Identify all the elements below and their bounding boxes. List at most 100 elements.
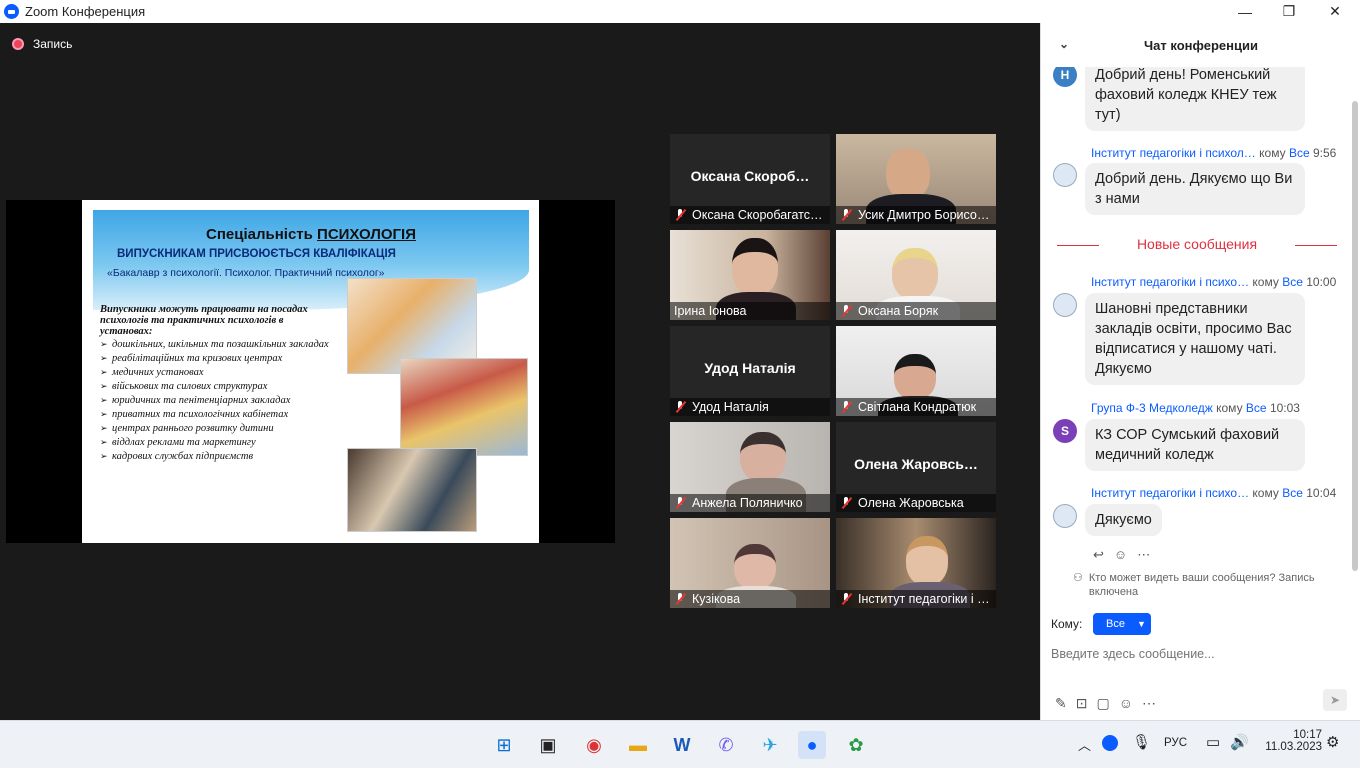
format-icon[interactable]: ✎: [1055, 695, 1076, 711]
visibility-notice[interactable]: ⚇ Кто может видеть ваши сообщения? Запис…: [1073, 571, 1343, 599]
close-button[interactable]: ✕: [1312, 0, 1358, 23]
muted-mic-icon: [674, 209, 686, 221]
task-view-icon[interactable]: ▣: [534, 731, 562, 759]
file-icon[interactable]: ▢: [1096, 695, 1118, 711]
meeting-stage: Запись Спеціальність ПСИХОЛОГІЯ ВИПУСКНИ…: [0, 23, 1040, 720]
participant-tile[interactable]: Анжела Поляничко: [670, 422, 830, 512]
composer-toolbar: ✎⊡▢☺⋯: [1055, 695, 1165, 712]
send-button[interactable]: ➤: [1323, 689, 1347, 711]
participant-tile[interactable]: Олена Жаровсь… Олена Жаровська: [836, 422, 996, 512]
sender-name[interactable]: Інститут педагогіки і психо…: [1091, 486, 1249, 500]
avatar-logo: [1053, 293, 1077, 317]
participant-name: Анжела Поляничко: [692, 496, 803, 510]
participant-tile[interactable]: Інститут педагогіки і …: [836, 518, 996, 608]
minimize-button[interactable]: —: [1222, 0, 1268, 23]
reply-icon[interactable]: ↩: [1093, 547, 1114, 562]
more-icon[interactable]: ⋯: [1142, 695, 1165, 711]
slide-degree: «Бакалавр з психології. Психолог. Практи…: [107, 267, 385, 279]
chrome-icon[interactable]: ◉: [580, 731, 608, 759]
file-explorer-icon[interactable]: ▬: [624, 731, 652, 759]
avatar-logo: [1053, 504, 1077, 528]
sender-name[interactable]: Інститут педагогіки і психол…: [1091, 146, 1256, 160]
recipient-dropdown[interactable]: Все ▼: [1093, 613, 1151, 635]
paint-icon[interactable]: ✿: [842, 731, 870, 759]
language-indicator[interactable]: РУС: [1164, 737, 1187, 749]
window-title: Zoom Конференция: [25, 4, 146, 19]
network-icon[interactable]: ▭: [1206, 733, 1220, 751]
participant-tile-active-speaker[interactable]: Ірина Іонова: [670, 230, 830, 320]
avatar-logo: [1053, 163, 1077, 187]
screenshot-icon[interactable]: ⊡: [1076, 695, 1097, 711]
chat-composer: Кому: Все▼ ✎⊡▢☺⋯ ➤: [1041, 603, 1360, 720]
slide-photo-workshop: [347, 448, 477, 532]
chat-scrollbar[interactable]: [1352, 101, 1358, 571]
telegram-icon[interactable]: ✈: [756, 731, 784, 759]
chat-panel: ⌄ Чат конференции Н Добрий день! Роменсь…: [1040, 23, 1360, 720]
muted-mic-icon: [674, 497, 686, 509]
participant-name-large: Удод Наталія: [704, 360, 796, 376]
message-time: 10:03: [1269, 401, 1300, 415]
slide-intro: Випускники можуть працювати на посадах п…: [100, 304, 308, 337]
microphone-icon[interactable]: 🎙: [1132, 733, 1151, 751]
sender-name[interactable]: Група Ф-3 Медколедж: [1091, 401, 1213, 415]
message-input[interactable]: [1051, 643, 1351, 665]
clock-date: 11.03.2023: [1265, 741, 1322, 753]
message-time: 10:00: [1306, 275, 1337, 289]
participant-tile[interactable]: Усик Дмитро Борисо…: [836, 134, 996, 224]
viber-icon[interactable]: ✆: [712, 731, 740, 759]
slide-item: дошкільних, шкільних та позашкільних зак…: [100, 339, 336, 350]
participant-tile[interactable]: Оксана Боряк: [836, 230, 996, 320]
participant-name: Кузікова: [692, 592, 741, 606]
participant-name: Олена Жаровська: [858, 496, 964, 510]
screen-share: Спеціальність ПСИХОЛОГІЯ ВИПУСКНИКАМ ПРИ…: [6, 200, 615, 543]
zoom-tray-icon[interactable]: [1102, 735, 1118, 751]
muted-mic-icon: [840, 209, 852, 221]
notification-icon[interactable]: ⚙: [1326, 733, 1339, 751]
slide-item: приватних та психологічних кабінетах: [100, 409, 336, 420]
slide-item: військових та силових структурах: [100, 381, 336, 392]
clock[interactable]: 10:17 11.03.2023: [1262, 729, 1322, 753]
slide-body: Випускники можуть працювати на посадах п…: [100, 304, 336, 465]
chevron-down-icon: ▼: [1136, 619, 1146, 629]
person-icon: ⚇: [1073, 572, 1083, 584]
participant-tile[interactable]: Удод Наталія Удод Наталія: [670, 326, 830, 416]
slide-item: юридичних та пенітенціарних закладах: [100, 395, 336, 406]
recipient: Все: [1282, 486, 1303, 500]
avatar: S: [1053, 419, 1077, 443]
message-meta: Інститут педагогіки і психол… кому Все 9…: [1091, 146, 1337, 160]
message-meta: Інститут педагогіки і психо… кому Все 10…: [1091, 486, 1337, 500]
muted-mic-icon: [674, 401, 686, 413]
record-icon: [12, 38, 24, 50]
taskbar: ⊞ ▣ ◉ ▬ W ✆ ✈ ● ✿ ︿ 🎙 РУС ▭ 🔊 10:17 11.03…: [0, 720, 1360, 768]
participant-tile[interactable]: Кузікова: [670, 518, 830, 608]
volume-icon[interactable]: 🔊: [1230, 733, 1249, 751]
slide-item: кадрових службах підприємств: [100, 451, 336, 462]
chevron-down-icon[interactable]: ⌄: [1059, 37, 1069, 51]
avatar: Н: [1053, 67, 1077, 87]
message-meta: Група Ф-3 Медколедж кому Все 10:03: [1091, 401, 1300, 415]
recording-indicator[interactable]: Запись: [12, 37, 72, 51]
sender-name[interactable]: Інститут педагогіки і психо…: [1091, 275, 1249, 289]
participant-tile[interactable]: Оксана Скороб… Оксана Скоробагатс…: [670, 134, 830, 224]
title-bar: Zoom Конференция — ❐ ✕: [0, 0, 1360, 23]
word-icon[interactable]: W: [668, 731, 696, 759]
emoji-icon[interactable]: ☺: [1119, 695, 1142, 711]
maximize-button[interactable]: ❐: [1266, 0, 1312, 23]
chat-messages[interactable]: Н Добрий день! Роменський фаховий коледж…: [1041, 67, 1351, 567]
message-time: 9:56: [1312, 146, 1337, 160]
participant-name-large: Оксана Скороб…: [690, 168, 810, 184]
to-label: Кому:: [1051, 617, 1083, 631]
emoji-icon[interactable]: ☺: [1114, 547, 1137, 562]
participant-name: Оксана Скоробагатс…: [692, 208, 823, 222]
recipient: Все: [1245, 401, 1267, 415]
chat-message: Дякуємо: [1085, 504, 1162, 536]
windows-start-icon[interactable]: ⊞: [490, 731, 518, 759]
chevron-up-icon[interactable]: ︿: [1078, 735, 1091, 754]
message-actions: ↩☺⋯: [1093, 547, 1160, 563]
chat-header: ⌄ Чат конференции: [1041, 23, 1360, 67]
participant-tile[interactable]: Світлана Кондратюк: [836, 326, 996, 416]
more-icon[interactable]: ⋯: [1137, 547, 1160, 562]
zoom-icon[interactable]: ●: [798, 731, 826, 759]
slide-item: центрах раннього розвитку дитини: [100, 423, 336, 434]
participant-name: Ірина Іонова: [674, 304, 747, 318]
